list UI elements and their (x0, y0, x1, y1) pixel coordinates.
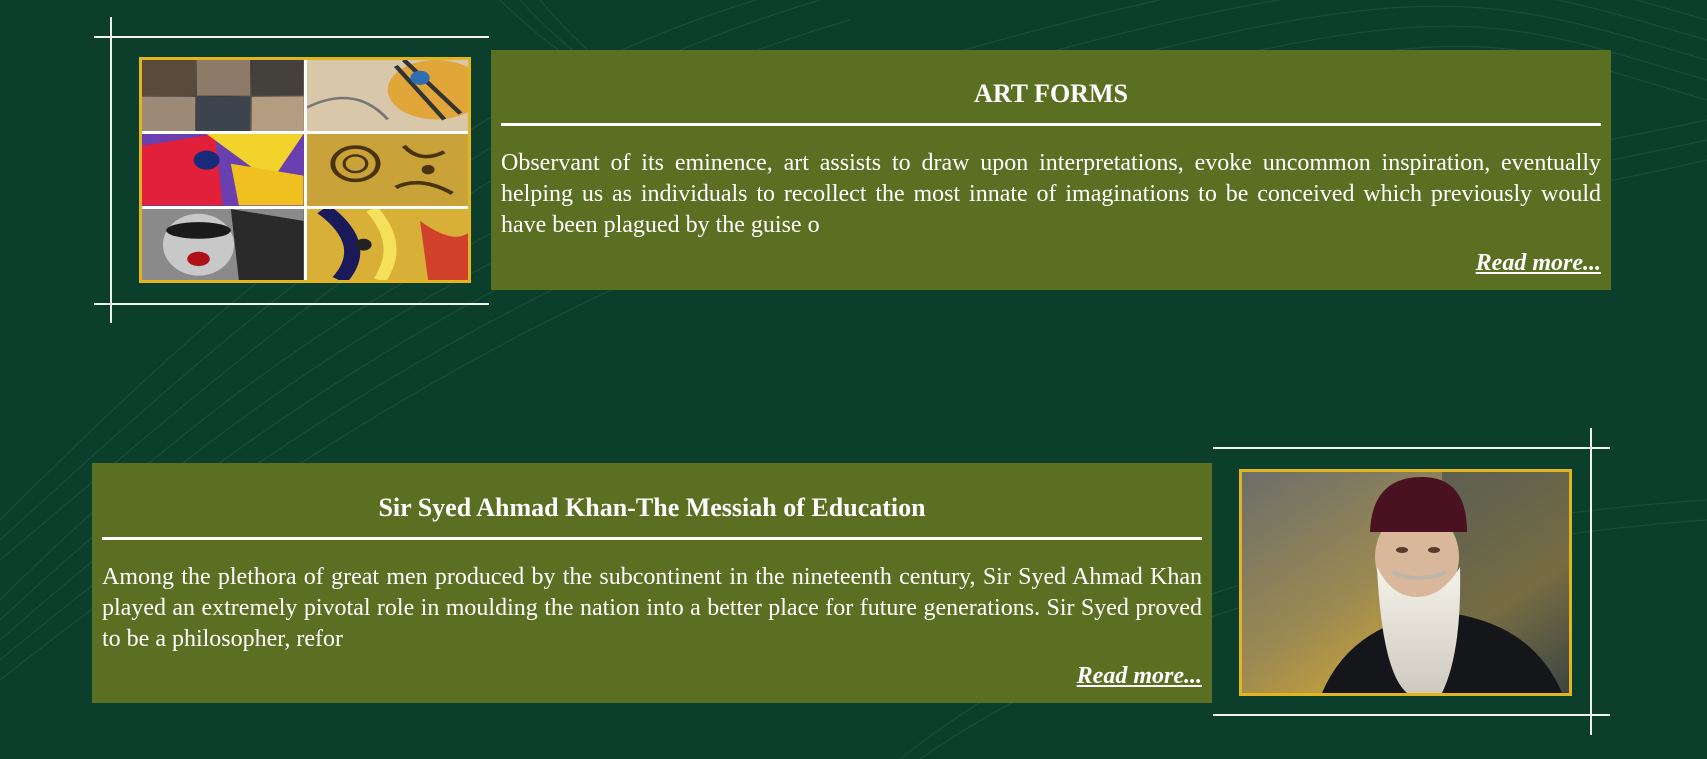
art-collage-image (139, 57, 471, 283)
section-excerpt: Among the plethora of great men produced… (102, 564, 1202, 652)
sir-syed-portrait-image (1239, 469, 1572, 696)
frame-line (110, 17, 112, 323)
art-forms-card: ART FORMS Observant of its eminence, art… (491, 50, 1611, 290)
read-more-link[interactable]: Read more... (1077, 663, 1202, 690)
frame-line (1590, 428, 1592, 735)
section-excerpt: Observant of its eminence, art assists t… (501, 150, 1601, 238)
frame-line (94, 303, 489, 305)
title-divider (102, 537, 1202, 540)
frame-line (1213, 714, 1610, 716)
read-more-link[interactable]: Read more... (1476, 250, 1601, 277)
section-title: ART FORMS (974, 79, 1128, 108)
title-divider (501, 123, 1601, 126)
sir-syed-card: Sir Syed Ahmad Khan-The Messiah of Educa… (92, 463, 1212, 703)
frame-line (94, 36, 489, 38)
section-title: Sir Syed Ahmad Khan-The Messiah of Educa… (378, 493, 926, 522)
frame-line (1213, 447, 1610, 449)
